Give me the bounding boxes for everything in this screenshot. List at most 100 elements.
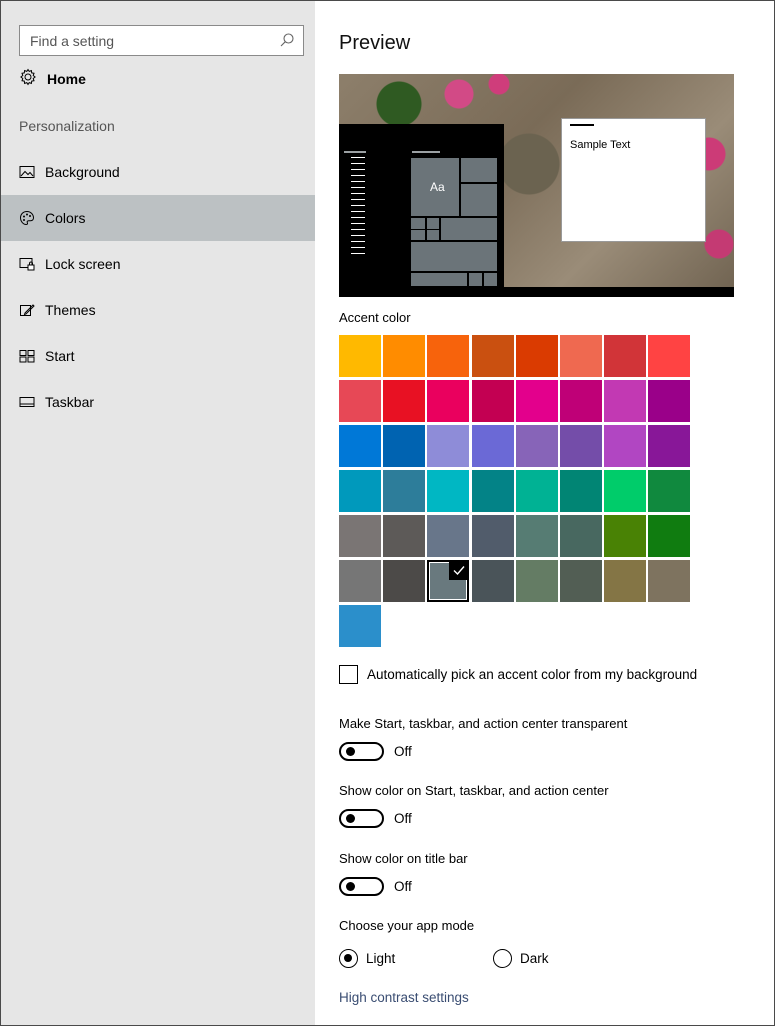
sidebar-item-lock-screen[interactable]: Lock screen [1, 241, 315, 287]
accent-swatch[interactable] [604, 515, 646, 557]
accent-swatch[interactable] [648, 560, 690, 602]
lock-screen-icon [19, 256, 35, 272]
accent-swatch[interactable] [427, 560, 469, 602]
accent-swatch[interactable] [339, 470, 381, 512]
accent-swatch[interactable] [604, 470, 646, 512]
accent-swatch[interactable] [648, 335, 690, 377]
section-label: Personalization [19, 118, 115, 134]
accent-swatch[interactable] [427, 515, 469, 557]
accent-swatch[interactable] [560, 560, 602, 602]
sidebar-item-label: Lock screen [45, 256, 121, 272]
sidebar-item-colors[interactable]: Colors [1, 195, 315, 241]
sidebar-item-themes[interactable]: Themes [1, 287, 315, 333]
sidebar: Home Personalization Background Colors L… [1, 1, 315, 1025]
accent-swatch[interactable] [383, 335, 425, 377]
accent-swatch[interactable] [472, 560, 514, 602]
app-mode-label: Choose your app mode [339, 918, 475, 933]
accent-color-label: Accent color [339, 310, 411, 325]
palette-icon [19, 210, 35, 226]
accent-swatch[interactable] [383, 560, 425, 602]
transparency-label: Make Start, taskbar, and action center t… [339, 716, 628, 731]
accent-swatch[interactable] [339, 335, 381, 377]
transparency-toggle-row: Off [339, 742, 412, 761]
accent-swatch[interactable] [339, 515, 381, 557]
accent-swatch[interactable] [560, 470, 602, 512]
preview-sample-window: Sample Text [561, 118, 706, 242]
sidebar-item-background[interactable]: Background [1, 149, 315, 195]
sidebar-item-label: Start [45, 348, 75, 364]
accent-swatch[interactable] [427, 335, 469, 377]
accent-swatch[interactable] [427, 380, 469, 422]
taskbar-icon [19, 394, 35, 410]
color-titlebar-toggle[interactable] [339, 877, 384, 896]
color-start-toggle-row: Off [339, 809, 412, 828]
home-label: Home [47, 71, 86, 87]
auto-pick-checkbox[interactable] [339, 665, 358, 684]
accent-swatch[interactable] [560, 515, 602, 557]
accent-swatch[interactable] [383, 425, 425, 467]
accent-swatch[interactable] [648, 470, 690, 512]
accent-swatch[interactable] [383, 470, 425, 512]
accent-swatch[interactable] [472, 380, 514, 422]
transparency-toggle[interactable] [339, 742, 384, 761]
color-titlebar-state: Off [394, 879, 412, 894]
accent-swatch[interactable] [516, 560, 558, 602]
color-start-label: Show color on Start, taskbar, and action… [339, 783, 609, 798]
preview-start-menu [339, 124, 504, 287]
sidebar-item-label: Taskbar [45, 394, 95, 410]
preview-taskbar [339, 287, 734, 297]
accent-swatch[interactable] [604, 425, 646, 467]
accent-swatch[interactable] [427, 470, 469, 512]
accent-swatch[interactable] [516, 380, 558, 422]
accent-swatch[interactable] [339, 380, 381, 422]
app-mode-dark[interactable]: Dark [493, 949, 549, 968]
accent-swatch[interactable] [339, 605, 381, 647]
sidebar-item-label: Background [45, 164, 120, 180]
home-nav-item[interactable]: Home [19, 65, 86, 93]
accent-swatch[interactable] [472, 470, 514, 512]
dark-radio[interactable] [493, 949, 512, 968]
accent-swatch[interactable] [604, 380, 646, 422]
accent-swatch[interactable] [516, 335, 558, 377]
start-icon [19, 348, 35, 364]
accent-swatch[interactable] [648, 380, 690, 422]
accent-swatch[interactable] [427, 425, 469, 467]
accent-swatch[interactable] [472, 425, 514, 467]
accent-swatch[interactable] [383, 380, 425, 422]
accent-swatch[interactable] [472, 335, 514, 377]
accent-swatch[interactable] [604, 335, 646, 377]
accent-swatch[interactable] [472, 515, 514, 557]
themes-icon [19, 302, 35, 318]
accent-swatch[interactable] [516, 425, 558, 467]
accent-swatch[interactable] [383, 515, 425, 557]
dark-label: Dark [520, 951, 549, 966]
accent-swatch[interactable] [516, 515, 558, 557]
high-contrast-link[interactable]: High contrast settings [339, 990, 469, 1005]
sidebar-item-start[interactable]: Start [1, 333, 315, 379]
accent-swatch[interactable] [648, 515, 690, 557]
accent-swatch[interactable] [516, 470, 558, 512]
sidebar-item-taskbar[interactable]: Taskbar [1, 379, 315, 425]
page-title: Preview [339, 32, 411, 54]
accent-swatch[interactable] [339, 425, 381, 467]
transparency-state: Off [394, 744, 412, 759]
accent-swatch[interactable] [648, 425, 690, 467]
accent-swatch[interactable] [339, 560, 381, 602]
color-start-state: Off [394, 811, 412, 826]
search-icon[interactable] [279, 32, 295, 48]
accent-swatch[interactable] [604, 560, 646, 602]
accent-swatch[interactable] [560, 380, 602, 422]
sidebar-nav: Background Colors Lock screen Themes Sta… [1, 149, 315, 425]
sidebar-item-label: Colors [45, 210, 86, 226]
search-box[interactable] [19, 25, 304, 56]
app-mode-light[interactable]: Light [339, 949, 395, 968]
search-input[interactable] [30, 32, 270, 50]
light-radio[interactable] [339, 949, 358, 968]
color-titlebar-toggle-row: Off [339, 877, 412, 896]
preview-sample-text: Sample Text [570, 139, 631, 151]
accent-swatch[interactable] [560, 425, 602, 467]
accent-swatch[interactable] [560, 335, 602, 377]
main-content: Preview Aa Sample Text Accent color Auto… [315, 1, 774, 1025]
color-start-toggle[interactable] [339, 809, 384, 828]
auto-pick-accent[interactable]: Automatically pick an accent color from … [339, 665, 697, 684]
